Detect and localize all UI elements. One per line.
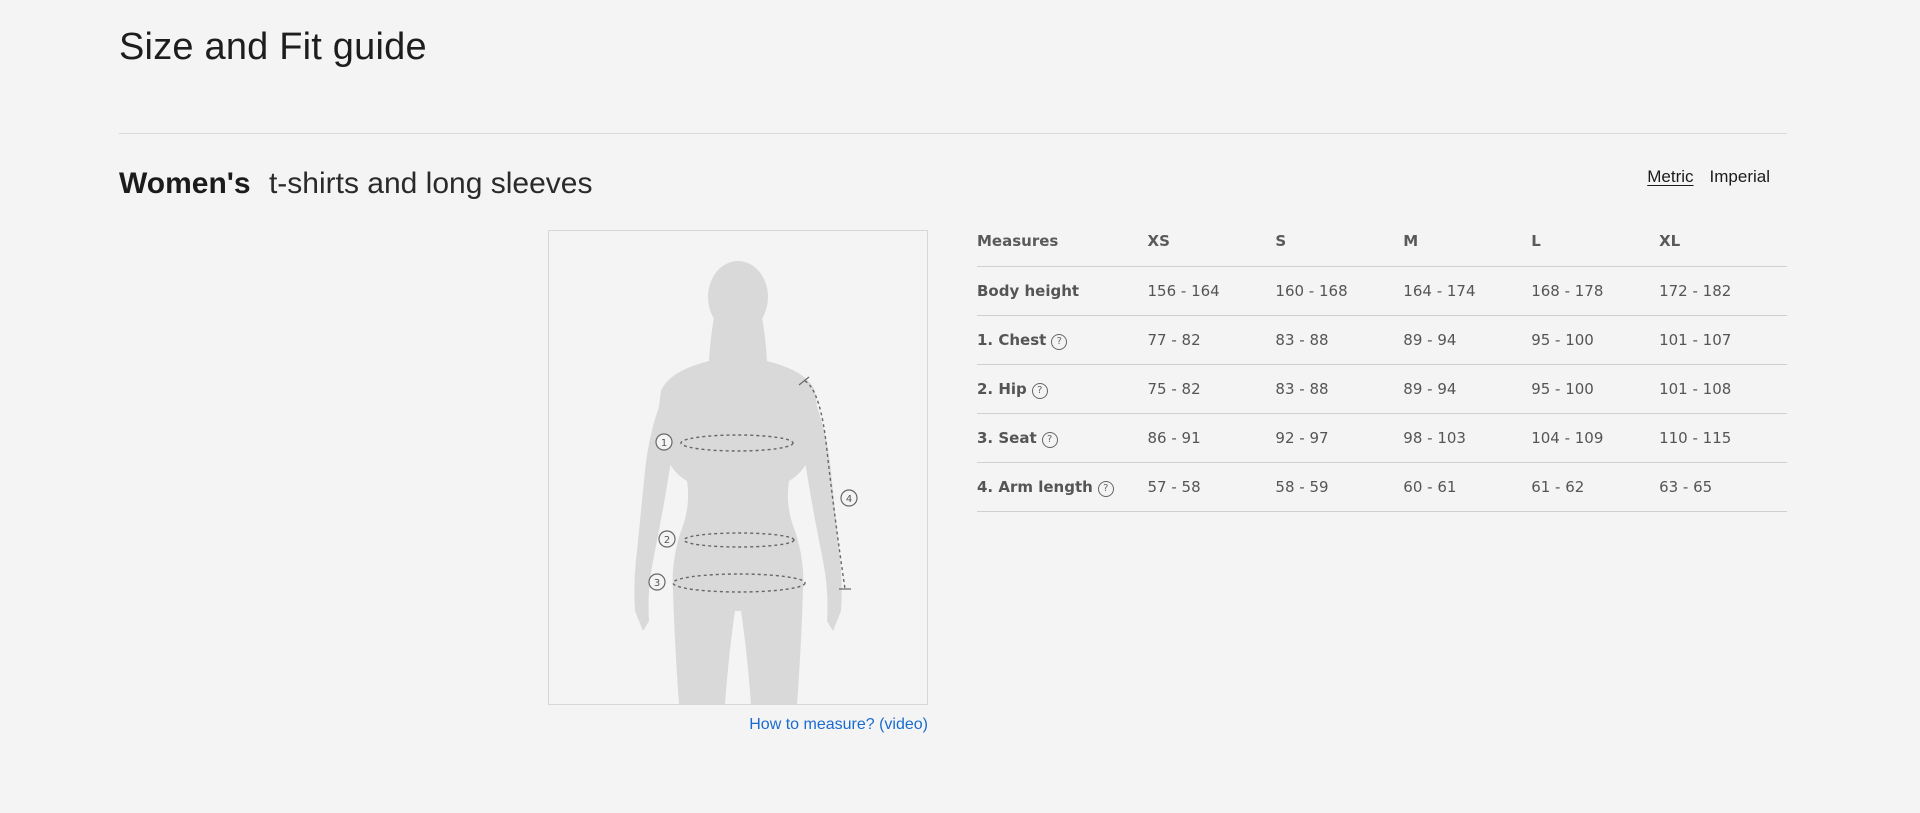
marker-1-label: 1 bbox=[661, 438, 667, 449]
table-cell: 89 - 94 bbox=[1403, 315, 1532, 365]
marker-4-label: 4 bbox=[846, 494, 852, 505]
table-row: 2. Hip? 75 - 82 83 - 88 89 - 94 95 - 100… bbox=[977, 364, 1787, 414]
table-cell: 110 - 115 bbox=[1659, 413, 1787, 463]
table-header-row: Measures XS S M L XL bbox=[977, 216, 1787, 267]
row-label-chest: 1. Chest? bbox=[977, 315, 1148, 365]
header-size-l: L bbox=[1531, 216, 1660, 267]
row-label-body-height: Body height bbox=[977, 266, 1148, 316]
row-label-arm-length: 4. Arm length? bbox=[977, 462, 1148, 512]
unit-metric-button[interactable]: Metric bbox=[1647, 167, 1693, 187]
marker-3-label: 3 bbox=[654, 578, 660, 589]
table-cell: 57 - 58 bbox=[1147, 462, 1276, 512]
section-category: t-shirts and long sleeves bbox=[268, 167, 593, 200]
header-size-xs: XS bbox=[1147, 216, 1276, 267]
unit-toggle: Metric Imperial bbox=[1647, 167, 1770, 187]
marker-2-label: 2 bbox=[664, 535, 670, 546]
table-cell: 86 - 91 bbox=[1147, 413, 1276, 463]
size-chart-table: Measures XS S M L XL Body height 156 - 1… bbox=[977, 216, 1787, 512]
table-cell: 164 - 174 bbox=[1403, 266, 1532, 316]
table-cell: 172 - 182 bbox=[1659, 266, 1787, 316]
row-label-seat: 3. Seat? bbox=[977, 413, 1148, 463]
silhouette-left-arm bbox=[634, 396, 675, 631]
chest-help-icon[interactable]: ? bbox=[1051, 333, 1068, 350]
table-cell: 156 - 164 bbox=[1147, 266, 1276, 316]
measurement-figure: 1 2 3 4 bbox=[548, 230, 928, 705]
unit-imperial-button[interactable]: Imperial bbox=[1710, 167, 1770, 187]
seat-help-icon[interactable]: ? bbox=[1041, 431, 1058, 448]
section-heading: Women's t-shirts and long sleeves bbox=[119, 167, 592, 201]
female-silhouette-illustration: 1 2 3 4 bbox=[634, 261, 858, 704]
table-cell: 60 - 61 bbox=[1403, 462, 1532, 512]
header-size-s: S bbox=[1275, 216, 1404, 267]
hip-help-icon[interactable]: ? bbox=[1031, 382, 1048, 399]
table-row: 3. Seat? 86 - 91 92 - 97 98 - 103 104 - … bbox=[977, 413, 1787, 463]
section-divider bbox=[119, 133, 1787, 134]
table-cell: 83 - 88 bbox=[1275, 364, 1404, 414]
table-cell: 89 - 94 bbox=[1403, 364, 1532, 414]
table-cell: 101 - 107 bbox=[1659, 315, 1787, 365]
silhouette-right-arm bbox=[801, 396, 842, 631]
row-label-hip: 2. Hip? bbox=[977, 364, 1148, 414]
table-cell: 92 - 97 bbox=[1275, 413, 1404, 463]
silhouette-neck bbox=[709, 311, 767, 366]
header-size-xl: XL bbox=[1659, 216, 1787, 267]
table-row: 1. Chest? 77 - 82 83 - 88 89 - 94 95 - 1… bbox=[977, 315, 1787, 365]
how-to-measure-video-link[interactable]: How to measure? (video) bbox=[746, 716, 928, 734]
table-cell: 160 - 168 bbox=[1275, 266, 1404, 316]
arm-length-help-icon[interactable]: ? bbox=[1097, 480, 1114, 497]
table-cell: 61 - 62 bbox=[1531, 462, 1660, 512]
table-cell: 104 - 109 bbox=[1531, 413, 1660, 463]
table-cell: 63 - 65 bbox=[1659, 462, 1787, 512]
header-size-m: M bbox=[1403, 216, 1532, 267]
table-cell: 98 - 103 bbox=[1403, 413, 1532, 463]
table-cell: 101 - 108 bbox=[1659, 364, 1787, 414]
silhouette-torso bbox=[658, 361, 818, 704]
table-cell: 168 - 178 bbox=[1531, 266, 1660, 316]
table-cell: 58 - 59 bbox=[1275, 462, 1404, 512]
table-cell: 95 - 100 bbox=[1531, 315, 1660, 365]
table-row: 4. Arm length? 57 - 58 58 - 59 60 - 61 6… bbox=[977, 462, 1787, 512]
table-cell: 77 - 82 bbox=[1147, 315, 1276, 365]
table-cell: 95 - 100 bbox=[1531, 364, 1660, 414]
header-measures: Measures bbox=[977, 216, 1148, 267]
table-row: Body height 156 - 164 160 - 168 164 - 17… bbox=[977, 266, 1787, 316]
page-title: Size and Fit guide bbox=[119, 26, 427, 68]
table-cell: 75 - 82 bbox=[1147, 364, 1276, 414]
table-cell: 83 - 88 bbox=[1275, 315, 1404, 365]
section-gender: Women's bbox=[119, 167, 251, 200]
